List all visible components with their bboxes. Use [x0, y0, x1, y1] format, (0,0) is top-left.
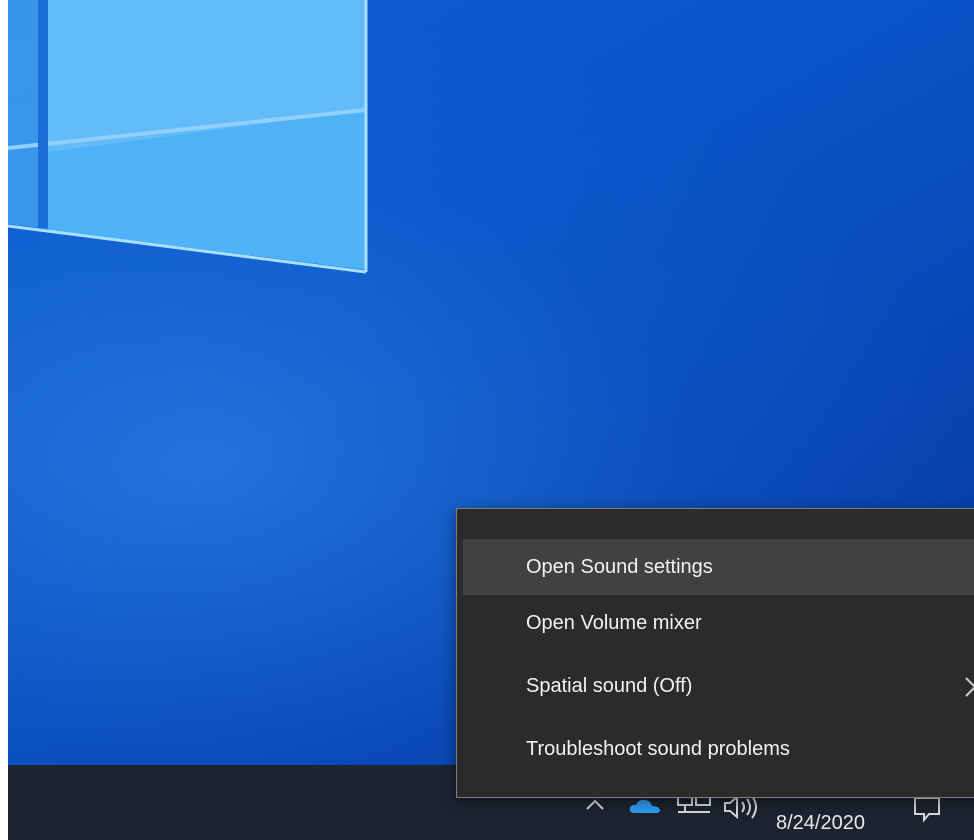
windows-logo-wallpaper: [8, 0, 368, 274]
sound-context-menu: Open Sound settings Open Volume mixer Sp…: [456, 508, 974, 798]
onedrive-icon[interactable]: [628, 798, 662, 816]
menu-item-troubleshoot-sound[interactable]: Troubleshoot sound problems: [463, 721, 974, 777]
chevron-up-icon[interactable]: [584, 796, 606, 814]
action-center-icon[interactable]: [912, 795, 942, 823]
menu-item-open-sound-settings[interactable]: Open Sound settings: [463, 539, 974, 595]
menu-item-label: Spatial sound (Off): [526, 675, 693, 697]
menu-item-open-volume-mixer[interactable]: Open Volume mixer: [463, 595, 974, 651]
menu-item-label: Open Sound settings: [526, 556, 713, 578]
clock-date[interactable]: 8/24/2020: [776, 812, 865, 835]
chevron-right-icon: [965, 677, 974, 697]
menu-item-label: Open Volume mixer: [526, 612, 702, 634]
menu-item-label: Troubleshoot sound problems: [526, 738, 790, 760]
menu-item-spatial-sound[interactable]: Spatial sound (Off): [463, 658, 974, 714]
